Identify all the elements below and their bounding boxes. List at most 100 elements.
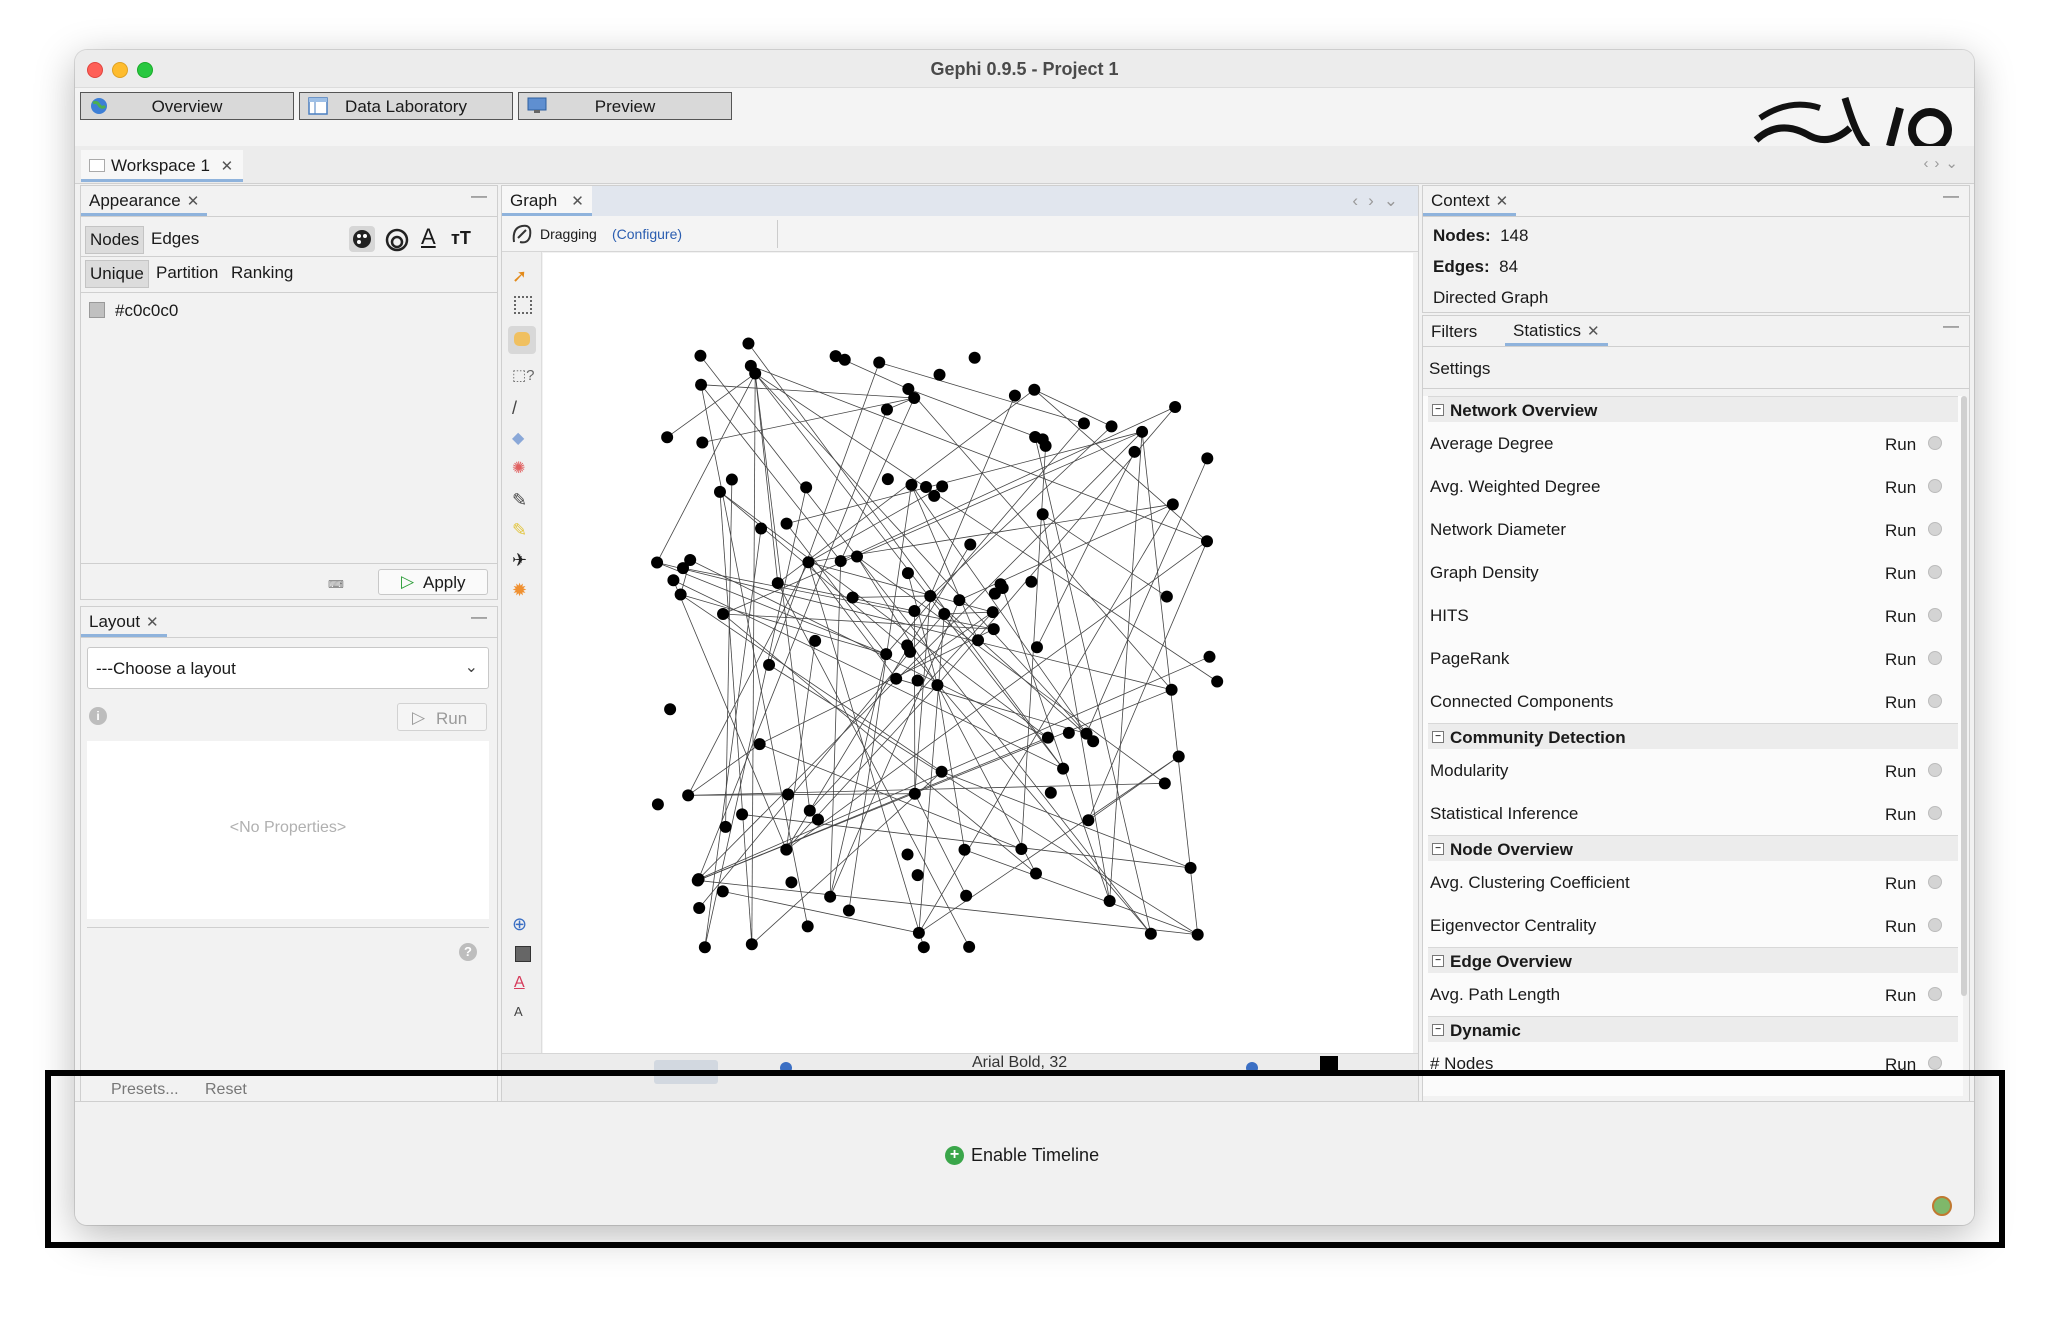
graph-node[interactable]: [719, 820, 732, 833]
graph-node[interactable]: [986, 606, 999, 619]
color-tab-button[interactable]: [349, 226, 375, 252]
graph-node[interactable]: [1184, 861, 1197, 874]
graph-node[interactable]: [1201, 452, 1214, 465]
graph-node[interactable]: [811, 813, 824, 826]
graph-node[interactable]: [1039, 439, 1052, 452]
stat-info-icon[interactable]: [1928, 806, 1942, 820]
graph-node[interactable]: [745, 938, 758, 951]
background-color-icon[interactable]: [515, 946, 531, 962]
edge-pencil-icon[interactable]: ✎: [512, 520, 534, 542]
graph-node[interactable]: [682, 789, 695, 802]
minimize-appearance-icon[interactable]: —: [471, 188, 487, 206]
minimize-context-icon[interactable]: —: [1943, 188, 1959, 206]
graph-node[interactable]: [924, 589, 937, 602]
stat-category[interactable]: − Dynamic: [1428, 1016, 1958, 1042]
graph-node[interactable]: [1165, 683, 1178, 696]
graph-node[interactable]: [698, 941, 711, 954]
graph-node[interactable]: [694, 349, 707, 362]
stat-info-icon[interactable]: [1928, 987, 1942, 1001]
zoom-icon[interactable]: ⊕: [512, 914, 534, 936]
color-swatch[interactable]: [89, 302, 105, 318]
painter-icon[interactable]: ✺: [512, 458, 534, 480]
run-stat-button[interactable]: Run: [1885, 874, 1916, 894]
graph-tab[interactable]: Graph ✕: [502, 186, 592, 216]
graph-node[interactable]: [1191, 928, 1204, 941]
nodes-tab[interactable]: Nodes: [85, 226, 145, 254]
graph-node[interactable]: [691, 874, 704, 887]
graph-node[interactable]: [963, 940, 976, 953]
graph-node[interactable]: [664, 703, 677, 716]
collapse-icon[interactable]: −: [1432, 1024, 1444, 1036]
graph-node[interactable]: [846, 591, 859, 604]
graph-node[interactable]: [968, 351, 981, 364]
graph-node[interactable]: [908, 604, 921, 617]
collapse-icon[interactable]: −: [1432, 731, 1444, 743]
settings-link[interactable]: Settings: [1429, 359, 1490, 379]
graph-node[interactable]: [1015, 842, 1028, 855]
label-color-tool-icon[interactable]: A: [514, 974, 536, 996]
graph-node[interactable]: [717, 607, 730, 620]
graph-node[interactable]: [935, 765, 948, 778]
graph-node[interactable]: [1082, 814, 1095, 827]
pencil-icon[interactable]: ✎: [512, 490, 534, 512]
graph-node[interactable]: [801, 920, 814, 933]
statistics-scrollbar[interactable]: [1961, 396, 1967, 996]
info-icon[interactable]: i: [89, 707, 107, 725]
stat-info-icon[interactable]: [1928, 694, 1942, 708]
graph-node[interactable]: [1201, 535, 1214, 548]
graph-canvas[interactable]: [543, 253, 1413, 1053]
graph-node[interactable]: [785, 876, 798, 889]
run-stat-button[interactable]: Run: [1885, 650, 1916, 670]
graph-node[interactable]: [1166, 498, 1179, 511]
graph-node[interactable]: [695, 378, 708, 391]
graph-node[interactable]: [824, 890, 837, 903]
keyboard-icon[interactable]: ⌨: [328, 578, 344, 591]
graph-node[interactable]: [713, 485, 726, 498]
minimize-layout-icon[interactable]: —: [471, 609, 487, 627]
graph-node[interactable]: [782, 788, 795, 801]
graph-node[interactable]: [873, 356, 886, 369]
graph-node[interactable]: [917, 941, 930, 954]
graph-node[interactable]: [880, 403, 893, 416]
graph-node[interactable]: [933, 368, 946, 381]
filters-tab[interactable]: Filters: [1431, 322, 1477, 342]
graph-node[interactable]: [1025, 575, 1038, 588]
run-stat-button[interactable]: Run: [1885, 435, 1916, 455]
graph-node[interactable]: [880, 648, 893, 661]
close-appearance-icon[interactable]: ✕: [187, 193, 200, 210]
collapse-icon[interactable]: −: [1432, 404, 1444, 416]
stat-info-icon[interactable]: [1928, 522, 1942, 536]
diamond-icon[interactable]: ◆: [512, 428, 534, 450]
collapse-icon[interactable]: −: [1432, 955, 1444, 967]
graph-node[interactable]: [920, 480, 933, 493]
graph-node[interactable]: [881, 473, 894, 486]
graph-node[interactable]: [964, 538, 977, 551]
graph-node[interactable]: [1057, 762, 1070, 775]
stat-info-icon[interactable]: [1928, 565, 1942, 579]
graph-node[interactable]: [936, 480, 949, 493]
stat-info-icon[interactable]: [1928, 875, 1942, 889]
graph-node[interactable]: [1128, 445, 1141, 458]
graph-node[interactable]: [1203, 650, 1216, 663]
run-stat-button[interactable]: Run: [1885, 521, 1916, 541]
statistics-tab[interactable]: Statistics ✕: [1505, 316, 1608, 346]
graph-node[interactable]: [928, 489, 941, 502]
drag-hand-icon[interactable]: [508, 326, 536, 354]
graph-node[interactable]: [1044, 786, 1057, 799]
stat-info-icon[interactable]: [1928, 1056, 1942, 1070]
layout-select[interactable]: ---Choose a layout ⌄: [87, 647, 489, 689]
graph-node[interactable]: [800, 481, 813, 494]
graph-node[interactable]: [1172, 750, 1185, 763]
graph-node[interactable]: [651, 556, 664, 569]
graph-node[interactable]: [987, 623, 1000, 636]
graph-node[interactable]: [1169, 400, 1182, 413]
graph-node[interactable]: [911, 674, 924, 687]
graph-node[interactable]: [901, 567, 914, 580]
graph-node[interactable]: [890, 672, 903, 685]
stat-info-icon[interactable]: [1928, 763, 1942, 777]
graph-node[interactable]: [958, 843, 971, 856]
graph-node[interactable]: [696, 436, 709, 449]
graph-node[interactable]: [1080, 727, 1093, 740]
graph-node[interactable]: [1030, 641, 1043, 654]
run-stat-button[interactable]: Run: [1885, 478, 1916, 498]
